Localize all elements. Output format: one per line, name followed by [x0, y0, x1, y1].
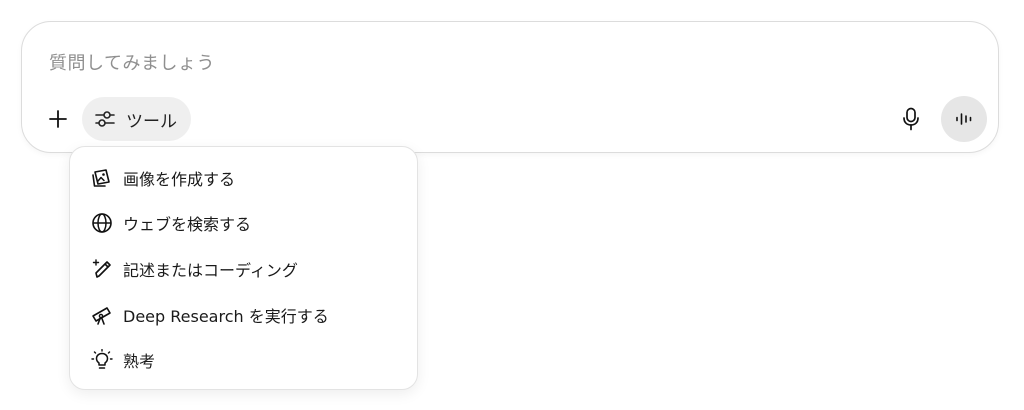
chat-composer: 質問してみましょう ツール: [21, 21, 999, 153]
prompt-input-placeholder[interactable]: 質問してみましょう: [49, 49, 215, 75]
add-attachment-button[interactable]: [41, 102, 75, 136]
menu-item-label: 熟考: [123, 352, 156, 371]
menu-item-search-web[interactable]: ウェブを検索する: [82, 203, 407, 243]
plus-icon: [48, 109, 68, 129]
menu-item-label: 画像を作成する: [123, 170, 236, 189]
pen-sparkle-icon: [90, 257, 114, 281]
menu-item-create-image[interactable]: 画像を作成する: [82, 158, 407, 198]
globe-icon: [90, 211, 114, 235]
tools-button-label: ツール: [126, 111, 177, 132]
menu-item-label: ウェブを検索する: [123, 215, 252, 234]
microphone-icon: [902, 107, 920, 131]
tools-button[interactable]: ツール: [82, 97, 191, 141]
voice-waveform-icon: [954, 110, 974, 128]
tools-dropdown-menu: 画像を作成する ウェブを検索する 記述またはコーディング Deep Resear…: [69, 146, 418, 390]
voice-mode-button[interactable]: [941, 96, 987, 142]
menu-item-label: 記述またはコーディング: [123, 261, 298, 280]
lightbulb-icon: [90, 348, 114, 372]
menu-item-think[interactable]: 熟考: [82, 340, 407, 380]
menu-item-label: Deep Research を実行する: [123, 307, 329, 326]
dictation-button[interactable]: [894, 101, 928, 137]
menu-item-write-code[interactable]: 記述またはコーディング: [82, 249, 407, 289]
sliders-icon: [94, 109, 116, 129]
telescope-icon: [90, 303, 114, 327]
menu-item-deep-research[interactable]: Deep Research を実行する: [82, 295, 407, 335]
image-create-icon: [90, 166, 114, 190]
